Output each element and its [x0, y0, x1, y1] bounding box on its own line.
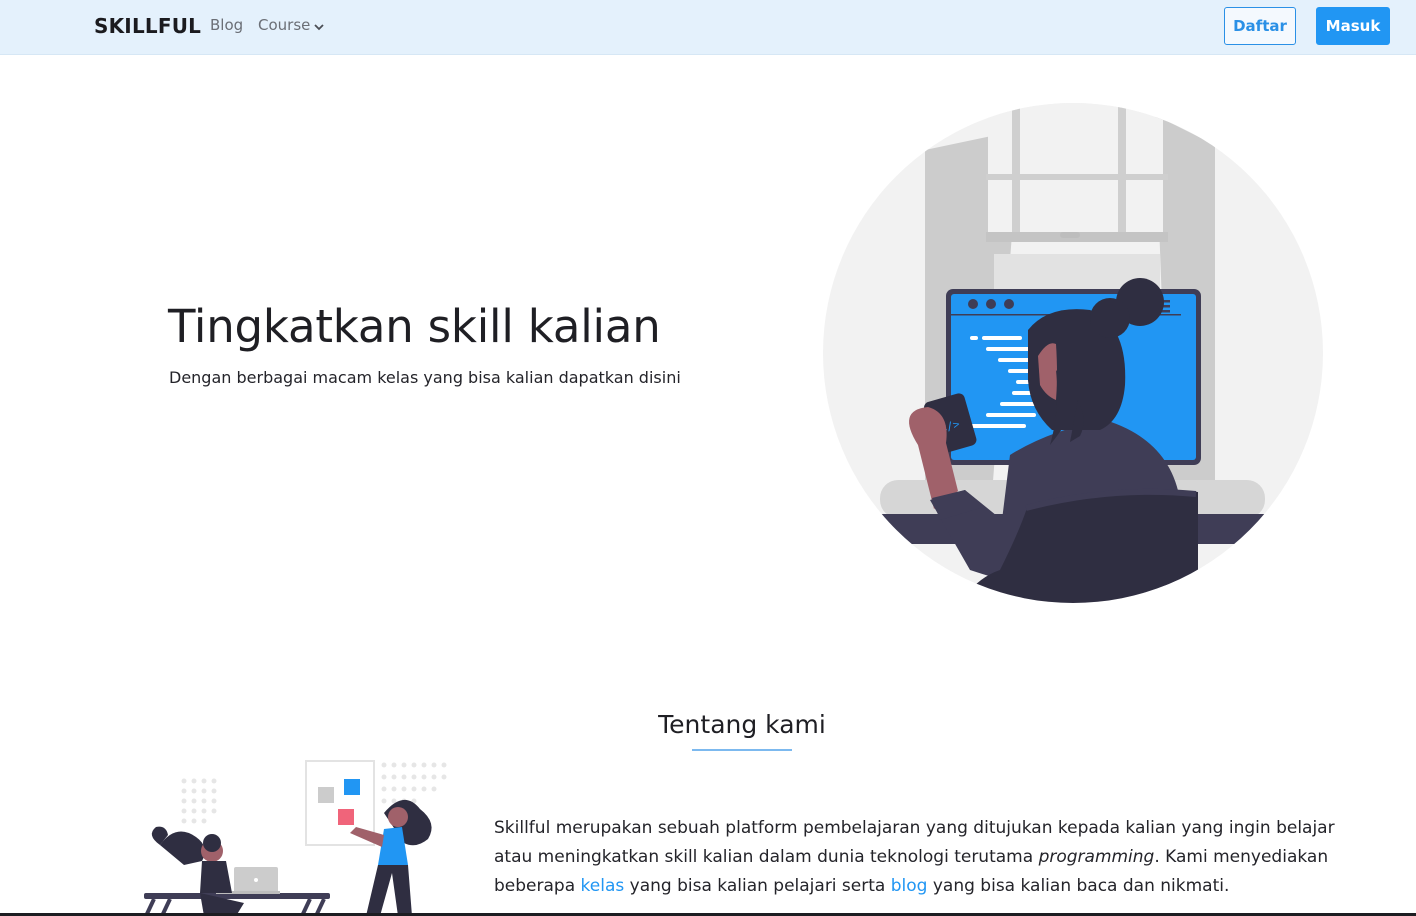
- about-text-part: yang bisa kalian pelajari serta: [624, 876, 891, 896]
- chevron-down-icon: [314, 17, 325, 35]
- register-button[interactable]: Daftar: [1224, 7, 1296, 45]
- about-illustration: [144, 760, 447, 916]
- hero-illustration: </>: [823, 103, 1323, 603]
- about-text-part: yang bisa kalian baca dan nikmati.: [927, 876, 1230, 896]
- blog-link[interactable]: blog: [891, 876, 928, 896]
- kelas-link[interactable]: kelas: [581, 876, 625, 896]
- about-description: Skillful merupakan sebuah platform pembe…: [494, 814, 1374, 901]
- nav-course-label: Course: [258, 16, 311, 34]
- brand-logo[interactable]: SKILLFUL: [94, 14, 201, 38]
- about-text-emphasis: programming: [1038, 847, 1155, 867]
- login-button[interactable]: Masuk: [1316, 7, 1390, 45]
- nav-dropdown-course[interactable]: Course: [258, 16, 325, 35]
- about-title: Tentang kami: [658, 710, 826, 739]
- hero-subtitle: Dengan berbagai macam kelas yang bisa ka…: [169, 368, 681, 387]
- hero-title: Tingkatkan skill kalian: [168, 300, 661, 353]
- about-title-underline: [692, 749, 792, 751]
- navbar: SKILLFUL Blog Course Daftar Masuk: [0, 0, 1416, 55]
- nav-link-blog[interactable]: Blog: [210, 16, 243, 34]
